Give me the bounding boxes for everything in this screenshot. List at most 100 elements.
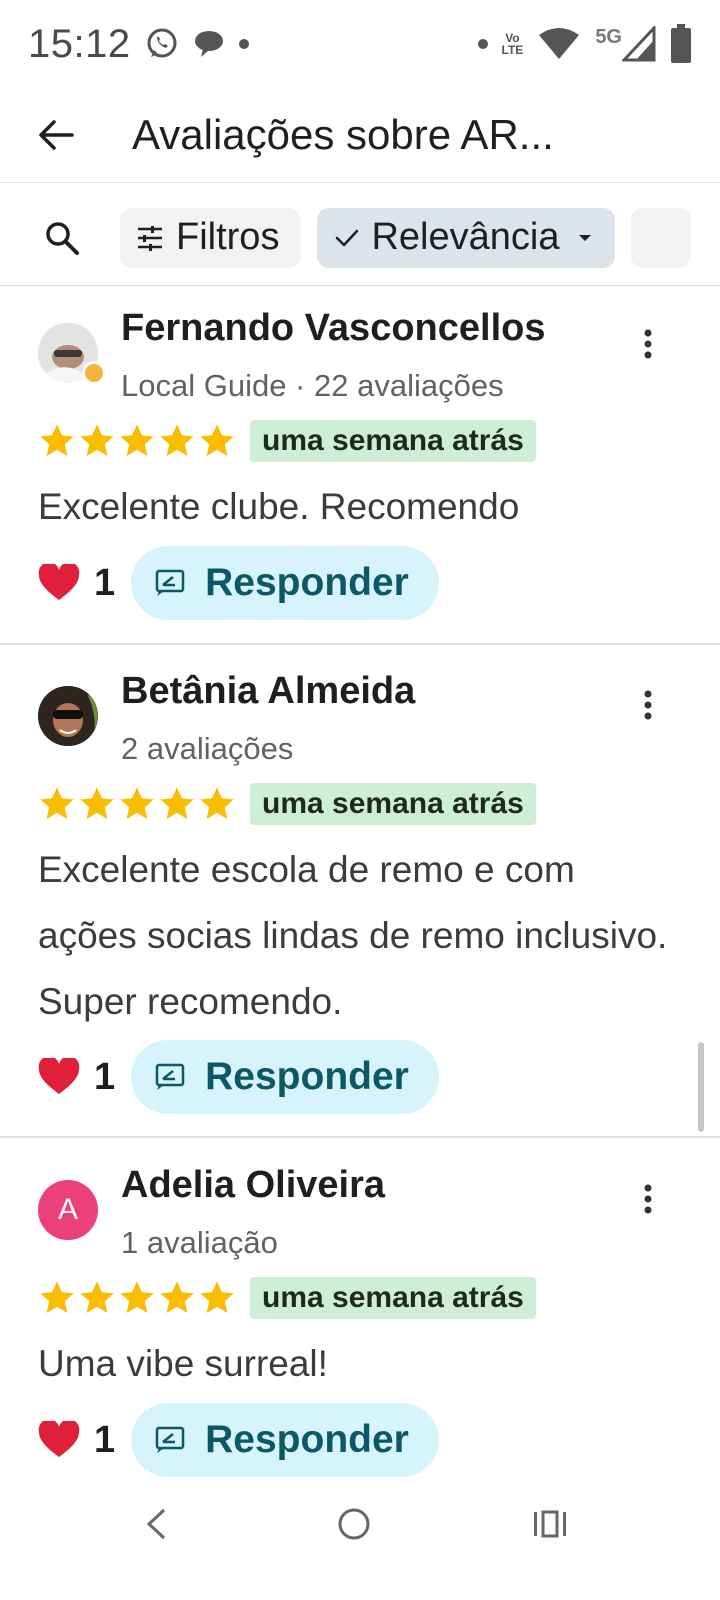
star-icon [160,787,194,820]
notification-dot-icon [238,39,249,49]
review-date: uma semana atrás [250,1277,536,1319]
search-button[interactable] [22,198,102,278]
review-actions: 1 Responder [38,1040,439,1114]
rating-row: uma semana atrás [38,783,536,825]
star-icon [200,424,234,457]
star-icon [40,1281,74,1314]
battery-icon [671,24,691,63]
sort-chip-label: Relevância [371,216,560,258]
review-card: A Adelia Oliveira 1 avaliação uma semana… [0,1138,720,1488]
local-guide-badge-icon [82,361,106,385]
rating-row: uma semana atrás [38,1277,536,1319]
star-icon [120,424,154,457]
reviewer-name[interactable]: Betânia Almeida [121,670,415,713]
star-rating [38,422,236,460]
system-nav-bar [0,1488,720,1560]
dropdown-arrow-icon [577,233,593,243]
reply-button[interactable]: Responder [131,546,439,620]
reviewer-meta: 2 avaliações [121,731,294,766]
notification-dot-icon [477,39,488,49]
avatar-letter: A [57,1193,78,1226]
page-title: Avaliações sobre AR... [132,111,554,158]
reply-icon [155,569,185,597]
heart-icon[interactable] [38,564,80,602]
reply-icon [155,1426,185,1454]
chat-icon [194,31,223,57]
reply-label: Responder [205,1055,409,1098]
heart-icon[interactable] [38,1421,80,1459]
star-icon [160,1281,194,1314]
review-text: Excelente clube. Recomendo [38,486,520,527]
more-vert-icon [644,1184,652,1214]
reviewer-meta: Local Guide · 22 avaliações [121,368,504,403]
like-count: 1 [94,561,116,604]
heart-icon[interactable] [38,1058,80,1096]
recent-apps-icon [534,1510,566,1538]
filters-chip-label: Filtros [176,216,280,258]
review-date: uma semana atrás [250,420,536,462]
star-icon [40,424,74,457]
star-icon [40,787,74,820]
rating-row: uma semana atrás [38,420,536,462]
review-actions: 1 Responder [38,1403,439,1477]
more-options-button[interactable] [628,1169,668,1229]
whatsapp-icon [147,28,177,58]
review-text: Uma vibe surreal! [38,1343,328,1384]
more-options-button[interactable] [628,675,668,735]
profile-photo-icon [38,686,98,746]
star-icon [80,787,114,820]
reviewer-meta: 1 avaliação [121,1225,278,1260]
reviewer-name[interactable]: Fernando Vasconcellos [121,307,545,350]
arrow-back-icon [39,120,74,150]
additional-chip[interactable] [631,207,692,268]
tune-icon [136,225,164,251]
star-icon [120,787,154,820]
check-icon [335,228,359,248]
screen: 15:12 Vo LTE 5G Avaliações sobre AR... F… [0,0,720,1600]
reply-button[interactable]: Responder [131,1040,439,1114]
star-icon [200,1281,234,1314]
review-card: Fernando Vasconcellos Local Guide · 22 a… [0,287,720,645]
scrollbar-thumb[interactable] [698,1042,704,1132]
reply-icon [155,1063,185,1091]
clock: 15:12 [28,21,131,66]
app-bar: Avaliações sobre AR... [0,88,720,183]
back-button[interactable] [0,88,116,183]
more-vert-icon [644,690,652,720]
filter-bar: Filtros Relevância [0,190,720,286]
star-icon [80,424,114,457]
review-card: Betânia Almeida 2 avaliações uma semana … [0,645,720,1138]
review-text: Excelente escola de remo e com ações soc… [38,849,668,1022]
review-date: uma semana atrás [250,783,536,825]
more-vert-icon [644,329,652,359]
star-icon [200,787,234,820]
like-count: 1 [94,1418,116,1461]
volte-indicator: Vo LTE [502,32,524,56]
nav-home-button[interactable] [324,1494,384,1554]
avatar[interactable]: A [38,1180,98,1240]
star-icon [160,424,194,457]
avatar[interactable] [38,686,98,746]
nav-back-button[interactable] [126,1494,186,1554]
chevron-left-icon [146,1508,166,1540]
home-circle-icon [338,1508,370,1540]
network-type-label: 5G [595,26,622,48]
star-rating [38,1279,236,1317]
filters-chip[interactable]: Filtros [120,207,302,268]
reply-label: Responder [205,561,409,604]
star-icon [80,1281,114,1314]
nav-recents-button[interactable] [520,1494,580,1554]
reply-label: Responder [205,1418,409,1461]
review-actions: 1 Responder [38,546,439,620]
reply-button[interactable]: Responder [131,1403,439,1477]
cellular-signal: 5G [595,26,656,62]
star-rating [38,785,236,823]
star-icon [120,1281,154,1314]
sort-chip[interactable]: Relevância [317,207,616,268]
status-bar: 15:12 Vo LTE 5G [0,0,720,88]
more-options-button[interactable] [628,314,668,374]
wifi-icon [539,28,580,59]
signal-icon [622,26,656,62]
search-icon [46,221,79,255]
reviewer-name[interactable]: Adelia Oliveira [121,1164,385,1207]
